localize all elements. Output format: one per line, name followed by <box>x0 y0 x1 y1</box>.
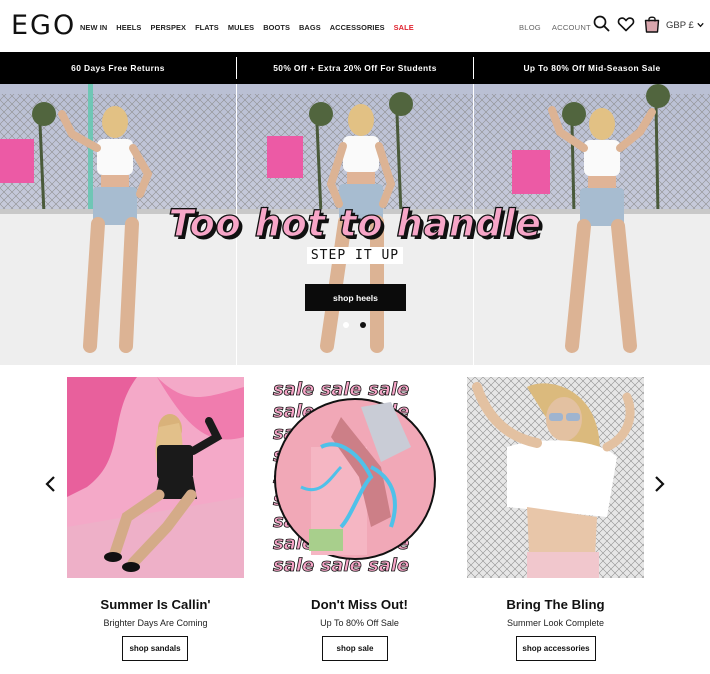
heart-icon[interactable] <box>616 14 636 34</box>
promo-bar: 60 Days Free Returns 50% Off + Extra 20%… <box>0 52 710 84</box>
card-image-accessories[interactable] <box>467 377 644 578</box>
promo-item-sale[interactable]: Up To 80% Off Mid-Season Sale <box>474 57 710 79</box>
shopping-bag-icon[interactable] <box>642 14 662 34</box>
chevron-down-icon <box>697 22 705 28</box>
shop-heels-button[interactable]: shop heels <box>305 284 406 311</box>
blog-link[interactable]: BLOG <box>519 23 541 32</box>
hero-subtitle: STEP IT UP <box>0 247 710 264</box>
nav-item-bags[interactable]: BAGS <box>299 23 321 32</box>
shop-sale-button[interactable]: shop sale <box>322 636 388 661</box>
nav-item-flats[interactable]: FLATS <box>195 23 219 32</box>
nav-item-heels[interactable]: HEELS <box>116 23 141 32</box>
card-image-sandals[interactable] <box>67 377 244 578</box>
account-links: BLOG ACCOUNT <box>519 23 602 32</box>
card-title: Summer Is Callin' <box>100 597 211 612</box>
card-subtitle: Up To 80% Off Sale <box>320 618 399 628</box>
chevron-left-icon[interactable] <box>44 475 58 493</box>
promo-item-returns[interactable]: 60 Days Free Returns <box>0 57 237 79</box>
site-logo[interactable]: EGO <box>11 10 76 41</box>
card-subtitle: Brighter Days Are Coming <box>103 618 208 628</box>
account-link[interactable]: ACCOUNT <box>552 23 591 32</box>
card-title: Bring The Bling <box>506 597 605 612</box>
main-nav: NEW IN HEELS PERSPEX FLATS MULES BOOTS B… <box>80 23 423 32</box>
currency-selector[interactable]: GBP £ <box>666 20 705 31</box>
nav-item-perspex[interactable]: PERSPEX <box>150 23 186 32</box>
shop-sandals-button[interactable]: shop sandals <box>122 636 188 661</box>
card-image-sale[interactable]: sale sale sale sale sale sale sale sale … <box>271 377 448 578</box>
currency-label: GBP £ <box>666 20 694 31</box>
nav-item-accessories[interactable]: ACCESSORIES <box>330 23 385 32</box>
carousel-dot-1[interactable] <box>343 322 349 328</box>
sale-text-row: sale sale sale <box>273 379 409 400</box>
card-subtitle: Summer Look Complete <box>506 618 605 628</box>
hero-title: Too hot to handle <box>168 201 542 245</box>
nav-item-boots[interactable]: BOOTS <box>263 23 290 32</box>
promo-item-students[interactable]: 50% Off + Extra 20% Off For Students <box>237 57 474 79</box>
nav-item-sale[interactable]: SALE <box>394 23 414 32</box>
hero-subtitle-text: STEP IT UP <box>306 247 404 264</box>
site-header: EGO NEW IN HEELS PERSPEX FLATS MULES BOO… <box>0 0 710 52</box>
search-icon[interactable] <box>592 14 612 34</box>
nav-item-mules[interactable]: MULES <box>228 23 254 32</box>
card-title: Don't Miss Out! <box>311 597 408 612</box>
chevron-right-icon[interactable] <box>652 475 666 493</box>
shop-accessories-button[interactable]: shop accessories <box>516 636 596 661</box>
nav-item-new-in[interactable]: NEW IN <box>80 23 107 32</box>
hero-banner[interactable]: Too hot to handle STEP IT UP shop heels <box>0 84 710 365</box>
carousel-dot-2-active[interactable] <box>360 322 366 328</box>
